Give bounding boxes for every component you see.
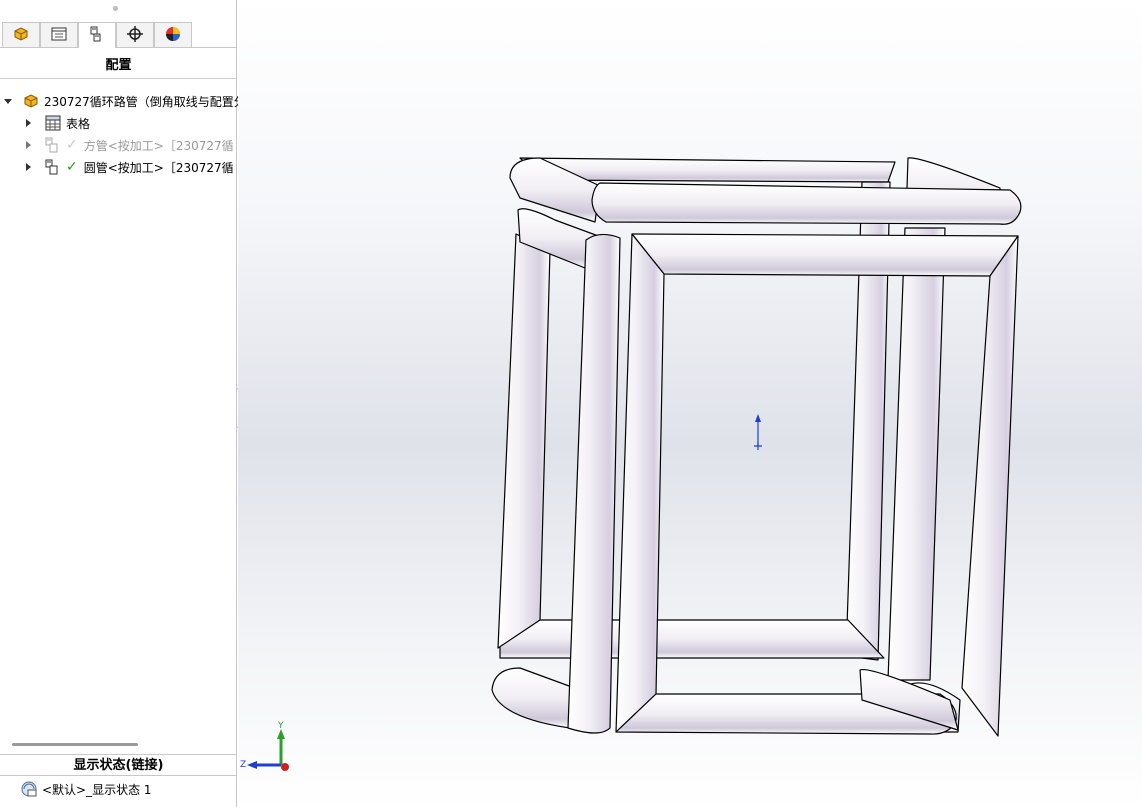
dimxpert-icon bbox=[126, 25, 144, 46]
feature-manager-panel: 配置 230727循环路管（倒角取线与配置分 表格 ✓ 方管<按加工>［2307… bbox=[0, 0, 246, 807]
tree-root[interactable]: 230727循环路管（倒角取线与配置分 bbox=[4, 91, 246, 111]
tab-feature-manager[interactable] bbox=[2, 22, 40, 47]
configuration-manager-icon bbox=[88, 25, 106, 46]
config-label: 圆管<按加工>［230727循 bbox=[83, 160, 234, 175]
tab-property-manager[interactable] bbox=[40, 22, 78, 47]
part-feature-icon bbox=[12, 25, 30, 46]
horizontal-scrollbar[interactable] bbox=[12, 743, 138, 746]
tree-item-label: 表格 bbox=[66, 116, 91, 131]
tab-configuration-manager[interactable] bbox=[78, 22, 116, 48]
display-manager-icon bbox=[164, 25, 182, 46]
expand-arrow-icon[interactable] bbox=[26, 141, 31, 149]
check-icon: ✓ bbox=[66, 159, 78, 175]
collapse-arrow-icon[interactable] bbox=[4, 98, 12, 104]
view-triad-icon: Y Z bbox=[240, 721, 289, 771]
triad-y-label: Y bbox=[277, 721, 284, 731]
display-state-label: <默认>_显示状态 1 bbox=[42, 782, 152, 797]
tree-item-config[interactable]: ✓ 方管<按加工>［230727循 bbox=[26, 135, 234, 155]
expand-arrow-icon[interactable] bbox=[26, 163, 31, 171]
panel-title: 配置 bbox=[105, 58, 132, 73]
configuration-icon bbox=[44, 158, 62, 176]
graphics-area[interactable]: Y Z bbox=[238, 0, 1142, 807]
check-icon: ✓ bbox=[66, 137, 78, 153]
divider bbox=[0, 78, 237, 79]
manager-tabs bbox=[0, 22, 237, 48]
display-state-icon bbox=[20, 780, 38, 798]
display-state-item[interactable]: <默认>_显示状态 1 bbox=[20, 778, 152, 800]
part-icon bbox=[22, 92, 40, 110]
panel-grip[interactable] bbox=[113, 6, 118, 11]
tab-dimxpert-manager[interactable] bbox=[116, 22, 154, 47]
tree-item-config[interactable]: ✓ 圆管<按加工>［230727循 bbox=[26, 157, 234, 177]
display-state-header: 显示状态(链接) bbox=[0, 754, 237, 776]
expand-arrow-icon[interactable] bbox=[26, 119, 31, 127]
tube-frame-model[interactable] bbox=[238, 0, 1142, 807]
tree-root-label: 230727循环路管（倒角取线与配置分 bbox=[44, 94, 246, 109]
table-icon bbox=[44, 114, 62, 132]
configuration-icon bbox=[44, 136, 62, 154]
tab-display-manager[interactable] bbox=[154, 22, 192, 47]
config-label: 方管<按加工>［230727循 bbox=[83, 138, 234, 153]
triad-z-label: Z bbox=[240, 760, 246, 770]
tree-item-table[interactable]: 表格 bbox=[26, 113, 90, 133]
origin-marker-icon bbox=[754, 414, 762, 450]
property-manager-icon bbox=[50, 25, 68, 46]
